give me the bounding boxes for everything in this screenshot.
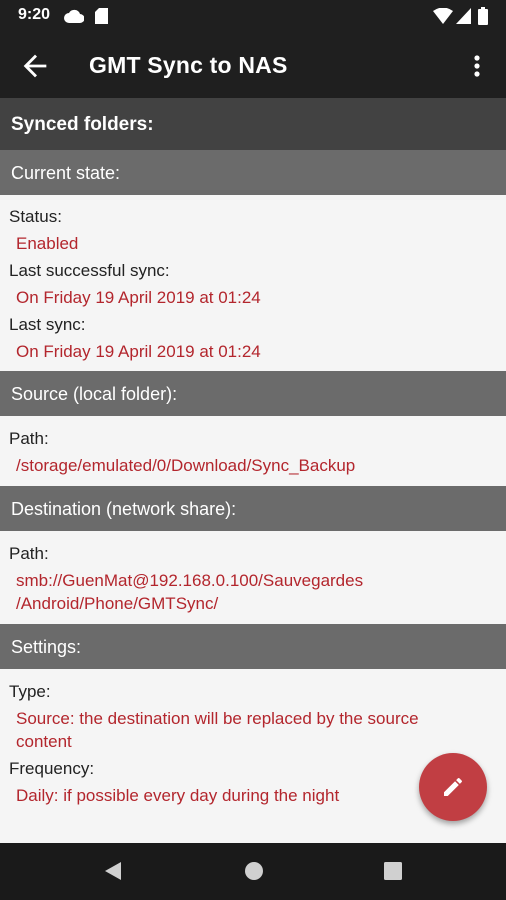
battery-icon (478, 7, 488, 30)
section-header-current-state: Current state: (0, 150, 506, 195)
status-time: 9:20 (18, 6, 51, 23)
section-title: Settings: (11, 637, 82, 657)
more-vert-icon (474, 55, 480, 77)
type-value-line2: content (16, 732, 72, 751)
destination-path-line1: smb://GuenMat@192.168.0.100/Sauvegardes (16, 571, 364, 590)
page-header: Synced folders: (0, 98, 506, 150)
status-label: Status: (9, 207, 62, 226)
last-sync-value: On Friday 19 April 2019 at 01:24 (16, 342, 261, 361)
status-value: Enabled (16, 234, 79, 253)
source-path-value: /storage/emulated/0/Download/Sync_Backup (16, 456, 356, 475)
navigation-bar (0, 843, 506, 900)
app-title: GMT Sync to NAS (89, 52, 288, 78)
nav-back-icon (105, 862, 121, 880)
app-bar: GMT Sync to NAS (0, 32, 506, 98)
type-label: Type: (9, 682, 51, 701)
frequency-label: Frequency: (9, 759, 95, 778)
nav-home-icon (245, 862, 263, 880)
nav-recents-button[interactable] (381, 859, 405, 883)
signal-icon (456, 8, 471, 29)
section-title: Source (local folder): (11, 384, 178, 404)
destination-path-label: Path: (9, 544, 49, 563)
section-title: Destination (network share): (11, 499, 237, 519)
sd-card-icon (95, 8, 108, 29)
overflow-menu-button[interactable] (462, 49, 492, 83)
section-header-source: Source (local folder): (0, 371, 506, 416)
destination-path-line2: /Android/Phone/GMTSync/ (16, 594, 219, 613)
cloud-icon (64, 9, 85, 28)
status-bar: 9:20 (0, 0, 506, 32)
last-sync-label: Last sync: (9, 315, 86, 334)
back-button[interactable] (18, 49, 52, 83)
last-successful-sync-value: On Friday 19 April 2019 at 01:24 (16, 288, 261, 307)
wifi-icon (433, 7, 453, 29)
arrow-back-icon (23, 54, 47, 78)
section-title: Current state: (11, 163, 121, 183)
page-header-title: Synced folders: (11, 114, 154, 135)
nav-back-button[interactable] (101, 859, 125, 883)
nav-recents-icon (384, 862, 402, 880)
type-value-line1: Source: the destination will be replaced… (16, 709, 419, 728)
edit-button[interactable] (419, 753, 487, 821)
nav-home-button[interactable] (242, 859, 266, 883)
section-header-destination: Destination (network share): (0, 486, 506, 531)
section-header-settings: Settings: (0, 624, 506, 669)
source-path-label: Path: (9, 429, 49, 448)
edit-pencil-icon (444, 777, 463, 796)
last-successful-sync-label: Last successful sync: (9, 261, 170, 280)
